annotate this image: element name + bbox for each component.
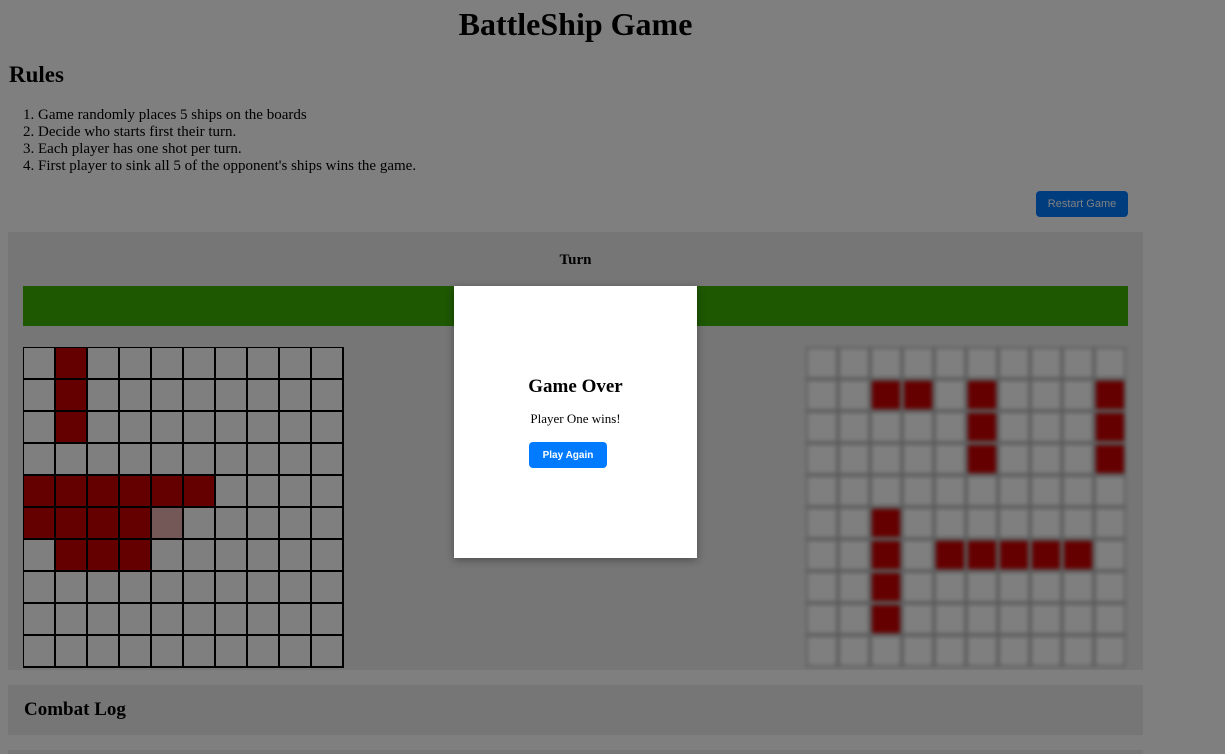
winner-message: Player One wins! xyxy=(530,411,621,426)
game-over-modal: Game Over Player One wins! Play Again xyxy=(454,286,697,558)
play-again-button[interactable]: Play Again xyxy=(529,442,607,468)
modal-heading: Game Over xyxy=(528,376,623,397)
